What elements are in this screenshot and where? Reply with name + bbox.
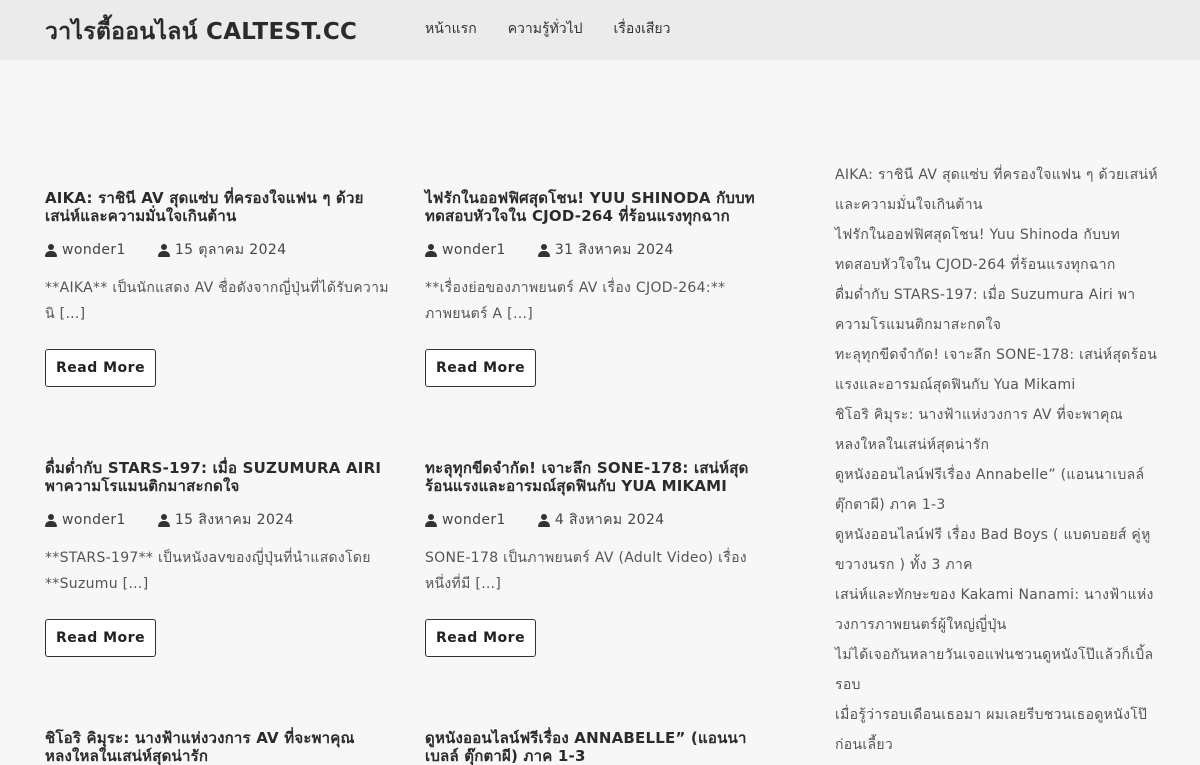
post-card: ไฟรักในออฟฟิศสุดโชน! YUU SHINODA กับบททด… xyxy=(425,189,770,387)
post-card: ชิโอริ คิมุระ: นางฟ้าแห่งวงการ AV ที่จะพ… xyxy=(45,729,390,765)
post-excerpt: **STARS-197** เป็นหนังavของญี่ปุ่นที่นำแ… xyxy=(45,550,371,592)
post-card: AIKA: ราชินี AV สุดแซ่บ ที่ครองใจแฟน ๆ ด… xyxy=(45,189,390,387)
author-name[interactable]: wonder1 xyxy=(442,512,506,528)
post-excerpt: **AIKA** เป็นนักแสดง AV ชื่อดังจากญี่ปุ่… xyxy=(45,280,389,322)
sidebar-post-link[interactable]: เสน่ห์และทักษะของ Kakami Nanami: นางฟ้าแ… xyxy=(835,580,1160,640)
post-author[interactable]: wonder1 xyxy=(45,242,126,258)
post-author[interactable]: wonder1 xyxy=(425,242,506,258)
date-text[interactable]: 4 สิงหาคม 2024 xyxy=(555,509,665,531)
read-more-button[interactable]: Read More xyxy=(45,619,157,657)
user-icon xyxy=(425,513,437,527)
date-text[interactable]: 31 สิงหาคม 2024 xyxy=(555,239,674,261)
sidebar-recent-posts: AIKA: ราชินี AV สุดแซ่บ ที่ครองใจแฟน ๆ ด… xyxy=(835,160,1160,760)
read-more-button[interactable]: Read More xyxy=(45,349,157,387)
post-date[interactable]: 15 สิงหาคม 2024 xyxy=(157,509,294,531)
sidebar-post-link[interactable]: ไม่ได้เจอกันหลายวันเจอแฟนชวนดูหนังโป๊แล้… xyxy=(835,640,1160,700)
user-icon xyxy=(157,513,170,527)
sidebar-post-link[interactable]: AIKA: ราชินี AV สุดแซ่บ ที่ครองใจแฟน ๆ ด… xyxy=(835,160,1160,220)
sidebar-post-link[interactable]: ดื่มด่ำกับ STARS-197: เมื่อ Suzumura Air… xyxy=(835,280,1160,340)
post-title[interactable]: ดื่มด่ำกับ STARS-197: เมื่อ SUZUMURA AIR… xyxy=(45,459,390,495)
post-author[interactable]: wonder1 xyxy=(45,512,126,528)
post-title[interactable]: ชิโอริ คิมุระ: นางฟ้าแห่งวงการ AV ที่จะพ… xyxy=(45,729,390,765)
post-excerpt: SONE-178 เป็นภาพยนตร์ AV (Adult Video) เ… xyxy=(425,550,747,592)
user-icon xyxy=(537,513,550,527)
user-icon xyxy=(425,243,437,257)
nav-item-general-knowledge[interactable]: ความรู้ทั่วไป xyxy=(508,18,583,40)
post-meta: wonder1 15 ตุลาคม 2024 xyxy=(45,239,390,261)
sidebar-post-link[interactable]: ทะลุทุกขีดจำกัด! เจาะลึก SONE-178: เสน่ห… xyxy=(835,340,1160,400)
user-icon xyxy=(45,513,57,527)
post-excerpt: **เรื่องย่อของภาพยนตร์ AV เรื่อง CJOD-26… xyxy=(425,280,726,322)
sidebar-post-link[interactable]: ดูหนังออนไลน์ฟรี เรื่อง Bad Boys ( แบดบอ… xyxy=(835,520,1160,580)
user-icon xyxy=(157,243,170,257)
post-card: ทะลุทุกขีดจำกัด! เจาะลึก SONE-178: เสน่ห… xyxy=(425,459,770,657)
header-bar: วาไรตี้ออนไลน์ CALTEST.CC หน้าแรก ความรู… xyxy=(0,0,1200,60)
user-icon xyxy=(537,243,550,257)
post-title[interactable]: ทะลุทุกขีดจำกัด! เจาะลึก SONE-178: เสน่ห… xyxy=(425,459,770,495)
nav-item-adult-stories[interactable]: เรื่องเสียว xyxy=(614,18,671,40)
post-author[interactable]: wonder1 xyxy=(425,512,506,528)
post-date[interactable]: 15 ตุลาคม 2024 xyxy=(157,239,287,261)
read-more-button[interactable]: Read More xyxy=(425,619,537,657)
post-meta: wonder1 4 สิงหาคม 2024 xyxy=(425,509,770,531)
sidebar-post-link[interactable]: ดูหนังออนไลน์ฟรีเรื่อง Annabelle” (แอนนา… xyxy=(835,460,1160,520)
post-date[interactable]: 4 สิงหาคม 2024 xyxy=(537,509,665,531)
sidebar-post-link[interactable]: ไฟรักในออฟฟิศสุดโชน! Yuu Shinoda กับบททด… xyxy=(835,220,1160,280)
sidebar-post-link[interactable]: เมื่อรู้ว่ารอบเดือนเธอมา ผมเลยรีบชวนเธอด… xyxy=(835,700,1160,760)
author-name[interactable]: wonder1 xyxy=(442,242,506,258)
user-icon xyxy=(45,243,57,257)
date-text[interactable]: 15 สิงหาคม 2024 xyxy=(175,509,294,531)
author-name[interactable]: wonder1 xyxy=(62,242,126,258)
author-name[interactable]: wonder1 xyxy=(62,512,126,528)
post-card: ดูหนังออนไลน์ฟรีเรื่อง ANNABELLE” (แอนนา… xyxy=(425,729,770,765)
post-meta: wonder1 31 สิงหาคม 2024 xyxy=(425,239,770,261)
post-date[interactable]: 31 สิงหาคม 2024 xyxy=(537,239,674,261)
post-title[interactable]: ไฟรักในออฟฟิศสุดโชน! YUU SHINODA กับบททด… xyxy=(425,189,770,225)
post-title[interactable]: AIKA: ราชินี AV สุดแซ่บ ที่ครองใจแฟน ๆ ด… xyxy=(45,189,390,225)
post-title[interactable]: ดูหนังออนไลน์ฟรีเรื่อง ANNABELLE” (แอนนา… xyxy=(425,729,770,765)
main-nav: หน้าแรก ความรู้ทั่วไป เรื่องเสียว xyxy=(425,18,671,40)
read-more-button[interactable]: Read More xyxy=(425,349,537,387)
sidebar-post-link[interactable]: ชิโอริ คิมุระ: นางฟ้าแห่งวงการ AV ที่จะพ… xyxy=(835,400,1160,460)
site-title[interactable]: วาไรตี้ออนไลน์ CALTEST.CC xyxy=(45,14,357,50)
post-card: ดื่มด่ำกับ STARS-197: เมื่อ SUZUMURA AIR… xyxy=(45,459,390,657)
post-meta: wonder1 15 สิงหาคม 2024 xyxy=(45,509,390,531)
date-text[interactable]: 15 ตุลาคม 2024 xyxy=(175,239,287,261)
nav-item-home[interactable]: หน้าแรก xyxy=(425,18,477,40)
